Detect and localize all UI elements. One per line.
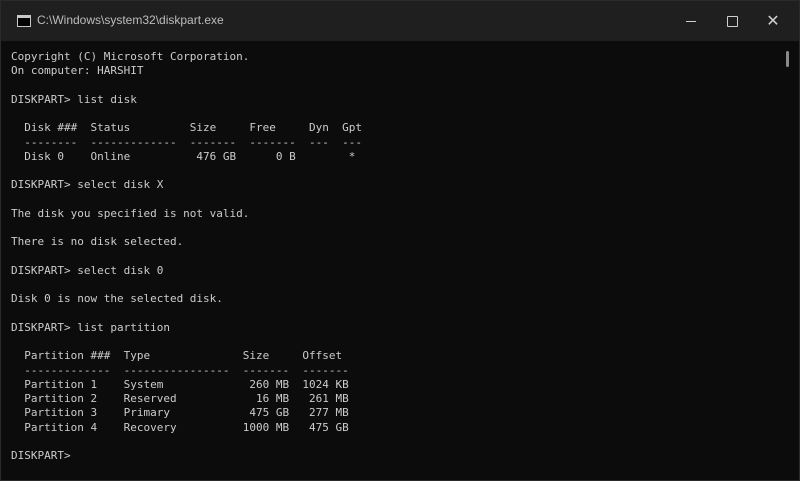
- output-line: Disk 0 is now the selected disk.: [11, 292, 223, 306]
- vertical-scrollbar[interactable]: [783, 41, 797, 478]
- output-line: There is no disk selected.: [11, 235, 184, 249]
- command-line: DISKPART> list partition: [11, 320, 170, 334]
- maximize-button[interactable]: [712, 1, 752, 41]
- console-window: C:\Windows\system32\diskpart.exe ✕ Copyr…: [0, 0, 800, 481]
- command-line: DISKPART> list disk: [11, 92, 137, 106]
- output-line: ------------- ---------------- ------- -…: [11, 363, 349, 377]
- output-line: Partition ### Type Size Offset: [11, 349, 343, 363]
- command-line: DISKPART>: [11, 449, 78, 462]
- terminal-output[interactable]: Copyright (C) Microsoft Corporation. On c…: [11, 50, 773, 475]
- command-line: DISKPART> select disk 0: [11, 263, 164, 277]
- minimize-button[interactable]: [671, 1, 711, 41]
- output-line: -------- ------------- ------- ------- -…: [11, 135, 362, 149]
- close-icon: ✕: [766, 11, 780, 30]
- scrollbar-thumb[interactable]: [786, 51, 789, 67]
- command-line: DISKPART> select disk X: [11, 178, 164, 192]
- close-button[interactable]: ✕: [753, 1, 793, 41]
- output-line: Disk ### Status Size Free Dyn Gpt: [11, 121, 362, 135]
- console-app-icon: [17, 15, 31, 27]
- output-line: Partition 4 Recovery 1000 MB 475 GB: [11, 420, 349, 434]
- output-line: Partition 3 Primary 475 GB 277 MB: [11, 406, 349, 420]
- window-title: C:\Windows\system32\diskpart.exe: [37, 13, 224, 27]
- output-line: On computer: HARSHIT: [11, 64, 144, 78]
- output-line: The disk you specified is not valid.: [11, 206, 250, 220]
- output-line: Copyright (C) Microsoft Corporation.: [11, 50, 250, 63]
- output-line: Partition 1 System 260 MB 1024 KB: [11, 377, 349, 391]
- title-bar[interactable]: C:\Windows\system32\diskpart.exe ✕: [1, 1, 799, 41]
- output-line: Disk 0 Online 476 GB 0 B *: [11, 149, 356, 163]
- minimize-icon: [686, 20, 696, 22]
- maximize-icon: [726, 15, 738, 27]
- output-line: Partition 2 Reserved 16 MB 261 MB: [11, 392, 349, 405]
